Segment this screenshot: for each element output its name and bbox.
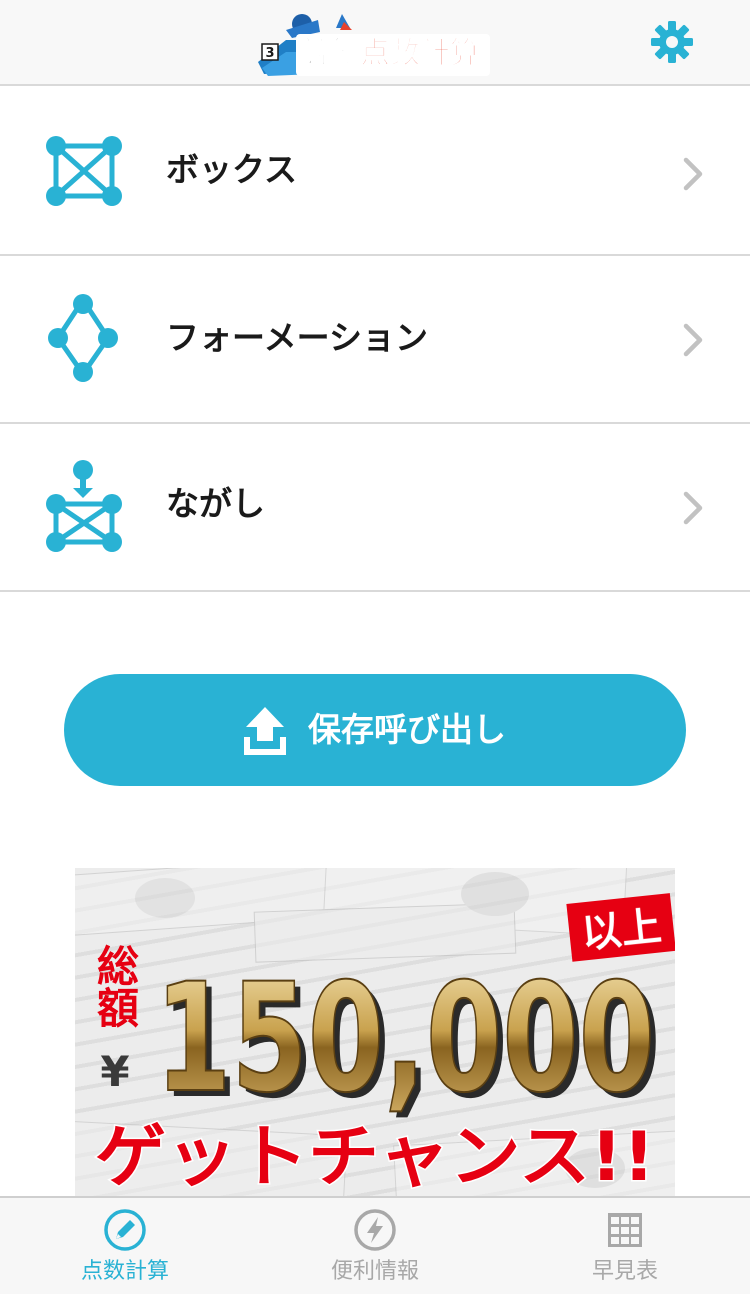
- formation-diamond-icon: [40, 292, 130, 382]
- box-network-icon: [40, 126, 130, 216]
- logo-badge-number: 3: [265, 46, 274, 61]
- tab-label-quick-table: 早見表: [591, 1259, 658, 1284]
- tab-bar: 点数計算 便利情報 早見表: [0, 1196, 750, 1294]
- chevron-right-icon: [678, 320, 706, 360]
- chevron-right-icon: [678, 154, 706, 194]
- menu-item-nagashi[interactable]: ながし: [0, 424, 750, 592]
- logo-text-tensu: 点数計算: [360, 36, 481, 72]
- ad-amount-text: 150,000: [155, 952, 655, 1126]
- ad-banner-graphic: 以上 総額 ¥ 150,000 150,000 ゲットチャンス!!: [75, 868, 675, 1198]
- ad-badge-text: 以上: [579, 903, 663, 957]
- tab-label-score-calc: 点数計算: [80, 1259, 169, 1284]
- logo-title: 競艇点数計算: [300, 36, 481, 72]
- ad-currency-symbol: ¥: [100, 1047, 129, 1096]
- menu-item-box[interactable]: ボックス: [0, 88, 750, 256]
- settings-button[interactable]: [648, 18, 696, 66]
- upload-icon: [242, 707, 288, 755]
- header-bar: 3 競艇点数計算: [0, 0, 750, 86]
- menu-label-nagashi: ながし: [166, 484, 265, 523]
- tab-useful-info[interactable]: 便利情報: [250, 1198, 500, 1294]
- gear-icon: [651, 21, 693, 63]
- pencil-icon: [103, 1208, 147, 1252]
- app-logo: 3 競艇点数計算: [256, 10, 492, 80]
- tab-quick-table[interactable]: 早見表: [500, 1198, 750, 1294]
- menu-label-box: ボックス: [166, 150, 298, 189]
- tab-label-useful-info: 便利情報: [330, 1259, 419, 1284]
- menu-label-formation: フォーメーション: [166, 318, 429, 357]
- grid-table-icon: [603, 1208, 647, 1252]
- chevron-right-icon: [678, 488, 706, 528]
- logo-text-kyotei: 競艇: [300, 36, 361, 72]
- load-saved-button[interactable]: 保存呼び出し: [64, 674, 686, 786]
- tab-score-calc[interactable]: 点数計算: [0, 1198, 250, 1294]
- menu-item-formation[interactable]: フォーメーション: [0, 256, 750, 424]
- ad-vertical-text: 総額: [91, 944, 140, 1028]
- load-saved-label: 保存呼び出し: [308, 710, 506, 749]
- ad-tagline-text: ゲットチャンス!!: [95, 1118, 655, 1197]
- lightning-icon: [353, 1208, 397, 1252]
- app-screen: 3 競艇点数計算 ボックス フォーメーション ながし 保存呼び出し 以上 総額 …: [0, 0, 750, 1294]
- ad-banner[interactable]: 以上 総額 ¥ 150,000 150,000 ゲットチャンス!!: [75, 868, 675, 1198]
- nagashi-network-icon: [40, 458, 130, 552]
